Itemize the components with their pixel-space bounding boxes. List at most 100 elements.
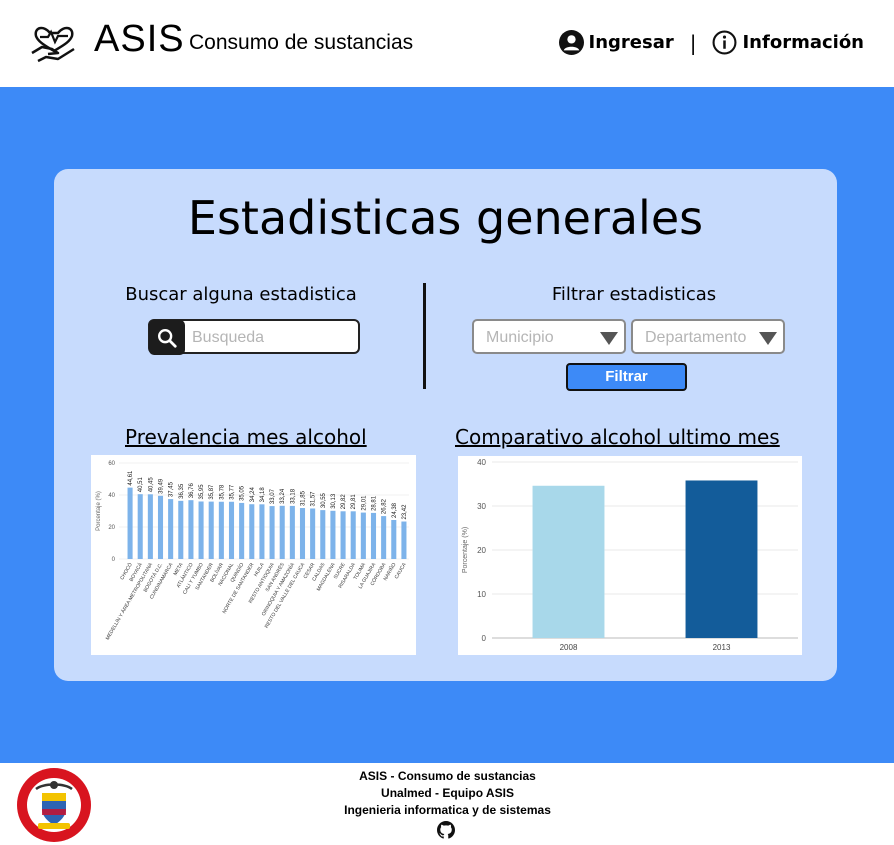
- info-icon: [713, 30, 737, 55]
- search-box: [148, 319, 360, 355]
- data-label: 40,51: [138, 477, 144, 493]
- bar: [259, 504, 265, 559]
- prevalence-chart: 0 20 40 60 Porcentaje (%) 44,61 CHOCÓ 40,51 BOYA…: [91, 455, 416, 655]
- chevron-down-icon: [759, 332, 777, 345]
- bar: [370, 512, 377, 559]
- data-label: 33,24: [280, 488, 286, 504]
- colombia-seal-logo: [17, 768, 91, 842]
- bar: [228, 501, 235, 559]
- footer-line-3: Ingenieria informatica y de sistemas: [344, 803, 551, 817]
- left-chart-title: Prevalencia mes alcohol: [125, 425, 367, 449]
- data-label: 33,07: [270, 488, 276, 504]
- bar: [178, 500, 184, 559]
- departamento-select[interactable]: Departamento: [631, 319, 785, 354]
- data-label: 30,55: [321, 492, 327, 508]
- y-tick-label: 0: [112, 557, 116, 563]
- prevalence-chart-svg: 0204060Porcentaje (%)44,61CHOCÓ40,51BOYA…: [96, 461, 409, 641]
- footer-line-1: ASIS - Consumo de sustancias: [359, 769, 536, 783]
- bar: [289, 505, 295, 559]
- data-label: 35,77: [230, 484, 236, 500]
- heart-hand-icon: [31, 26, 75, 63]
- info-label: Información: [742, 32, 864, 53]
- departamento-select-value: Departamento: [645, 329, 747, 346]
- data-label: 28,81: [372, 495, 378, 511]
- comparison-chart: 0 10 20 30 40 Porcentaje (%) 2008 2013: [458, 456, 802, 655]
- filter-button[interactable]: Filtrar: [566, 363, 687, 391]
- bar: [320, 510, 326, 559]
- data-label: 26,82: [382, 498, 388, 514]
- y-tick-label: 10: [477, 590, 486, 599]
- municipio-select-value: Municipio: [486, 329, 554, 346]
- data-label: 35,05: [240, 485, 246, 501]
- data-label: 29,82: [341, 494, 347, 510]
- footer: ASIS - Consumo de sustancias Unalmed - E…: [0, 763, 894, 845]
- login-link[interactable]: Ingresar: [558, 30, 674, 55]
- github-icon[interactable]: [437, 821, 455, 839]
- bar: [269, 506, 275, 559]
- data-label: 29,01: [361, 495, 367, 511]
- municipio-select[interactable]: Municipio: [472, 319, 626, 354]
- data-label: 34,18: [260, 487, 266, 503]
- data-label: 39,49: [159, 478, 165, 494]
- footer-text: ASIS - Consumo de sustancias Unalmed - E…: [300, 768, 595, 819]
- y-tick-label: 20: [477, 546, 486, 555]
- data-label: 29,81: [351, 494, 357, 510]
- bar: [168, 499, 174, 559]
- y-tick-label: 40: [108, 493, 115, 499]
- y-axis-label: Porcentaje (%): [96, 491, 102, 531]
- search-button[interactable]: [149, 320, 185, 355]
- search-icon: [158, 328, 177, 348]
- bar: [127, 487, 133, 559]
- top-nav: Ingresar | Información: [558, 30, 864, 55]
- site-subtitle: Consumo de sustancias: [189, 31, 414, 54]
- bar: [310, 508, 316, 559]
- bar: [249, 504, 255, 559]
- bar: [330, 510, 336, 559]
- y-tick-label: 20: [108, 525, 115, 531]
- info-link[interactable]: Información: [712, 30, 864, 55]
- y-tick-label: 60: [108, 461, 115, 467]
- data-label: 37,45: [169, 481, 175, 497]
- data-label: 35,95: [199, 484, 205, 500]
- bar: [239, 502, 245, 559]
- data-label: 36,76: [189, 483, 195, 499]
- y-tick-label: 30: [477, 502, 486, 511]
- bar: [279, 505, 285, 559]
- filter-label: Filtrar estadisticas: [551, 284, 717, 305]
- data-label: 24,38: [392, 502, 398, 518]
- bar: [381, 516, 387, 559]
- bar: [147, 494, 153, 559]
- bar: [137, 494, 143, 559]
- bar: [299, 508, 306, 559]
- y-tick-label: 40: [477, 458, 486, 467]
- data-label: 35,78: [219, 484, 225, 500]
- data-label: 30,13: [331, 493, 337, 509]
- main-section: Estadisticas generales Buscar alguna est…: [0, 87, 894, 763]
- bar: [198, 501, 204, 559]
- bar: [340, 511, 346, 559]
- data-label: 31,85: [301, 490, 307, 506]
- comparison-chart-svg: 0 10 20 30 40 Porcentaje (%) 2008 2013: [462, 458, 798, 652]
- data-label: 34,24: [250, 487, 256, 503]
- y-tick-label: 0: [482, 634, 487, 643]
- data-label: 23,42: [402, 504, 408, 520]
- data-label: 40,45: [148, 477, 154, 493]
- data-label: 35,87: [209, 484, 215, 500]
- stats-card: Estadisticas generales Buscar alguna est…: [54, 169, 837, 681]
- y-axis-label: Porcentaje (%): [462, 527, 469, 573]
- right-chart-title: Comparativo alcohol ultimo mes: [455, 425, 780, 449]
- data-label: 36,35: [179, 483, 185, 499]
- chevron-down-icon: [600, 332, 618, 345]
- bar: [350, 511, 356, 559]
- data-label: 44,61: [128, 470, 134, 486]
- bar: [532, 485, 605, 638]
- search-input[interactable]: [190, 325, 354, 351]
- bar: [685, 480, 758, 638]
- bar: [208, 501, 214, 559]
- brand-name: ASIS: [94, 18, 185, 60]
- data-label: 33,18: [290, 488, 296, 504]
- x-tick-label: 2013: [713, 643, 731, 652]
- bar: [188, 500, 194, 559]
- bar: [218, 501, 224, 559]
- data-label: 31,57: [311, 491, 317, 507]
